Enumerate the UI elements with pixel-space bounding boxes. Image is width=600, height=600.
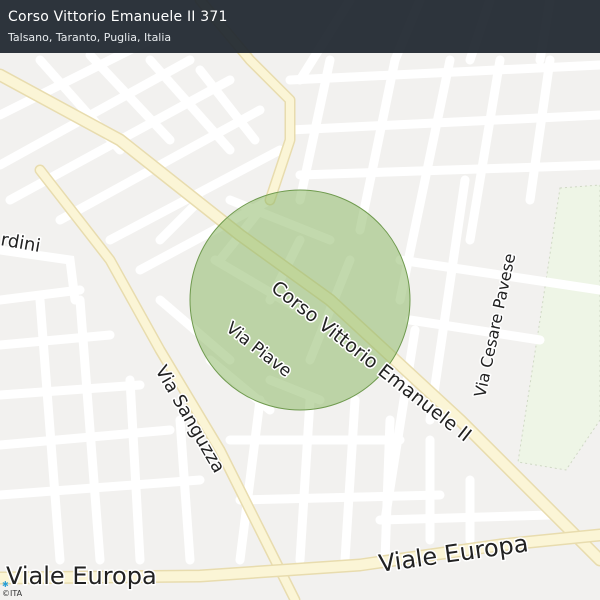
address-subtitle: Talsano, Taranto, Puglia, Italia: [8, 31, 172, 44]
label-viale-europa-left: Viale Europa: [6, 562, 157, 590]
map-attribution[interactable]: ✱ ©ITA: [2, 580, 22, 598]
attribution-text: ©ITA: [2, 589, 23, 598]
attribution-logo-icon: ✱: [2, 580, 9, 589]
address-header: Corso Vittorio Emanuele II 371 Talsano, …: [0, 0, 600, 53]
address-title: Corso Vittorio Emanuele II 371: [8, 9, 228, 25]
map-view[interactable]: Corso Vittorio Emanuele II Via Piave Via…: [0, 0, 600, 600]
map-canvas[interactable]: Corso Vittorio Emanuele II Via Piave Via…: [0, 0, 600, 600]
